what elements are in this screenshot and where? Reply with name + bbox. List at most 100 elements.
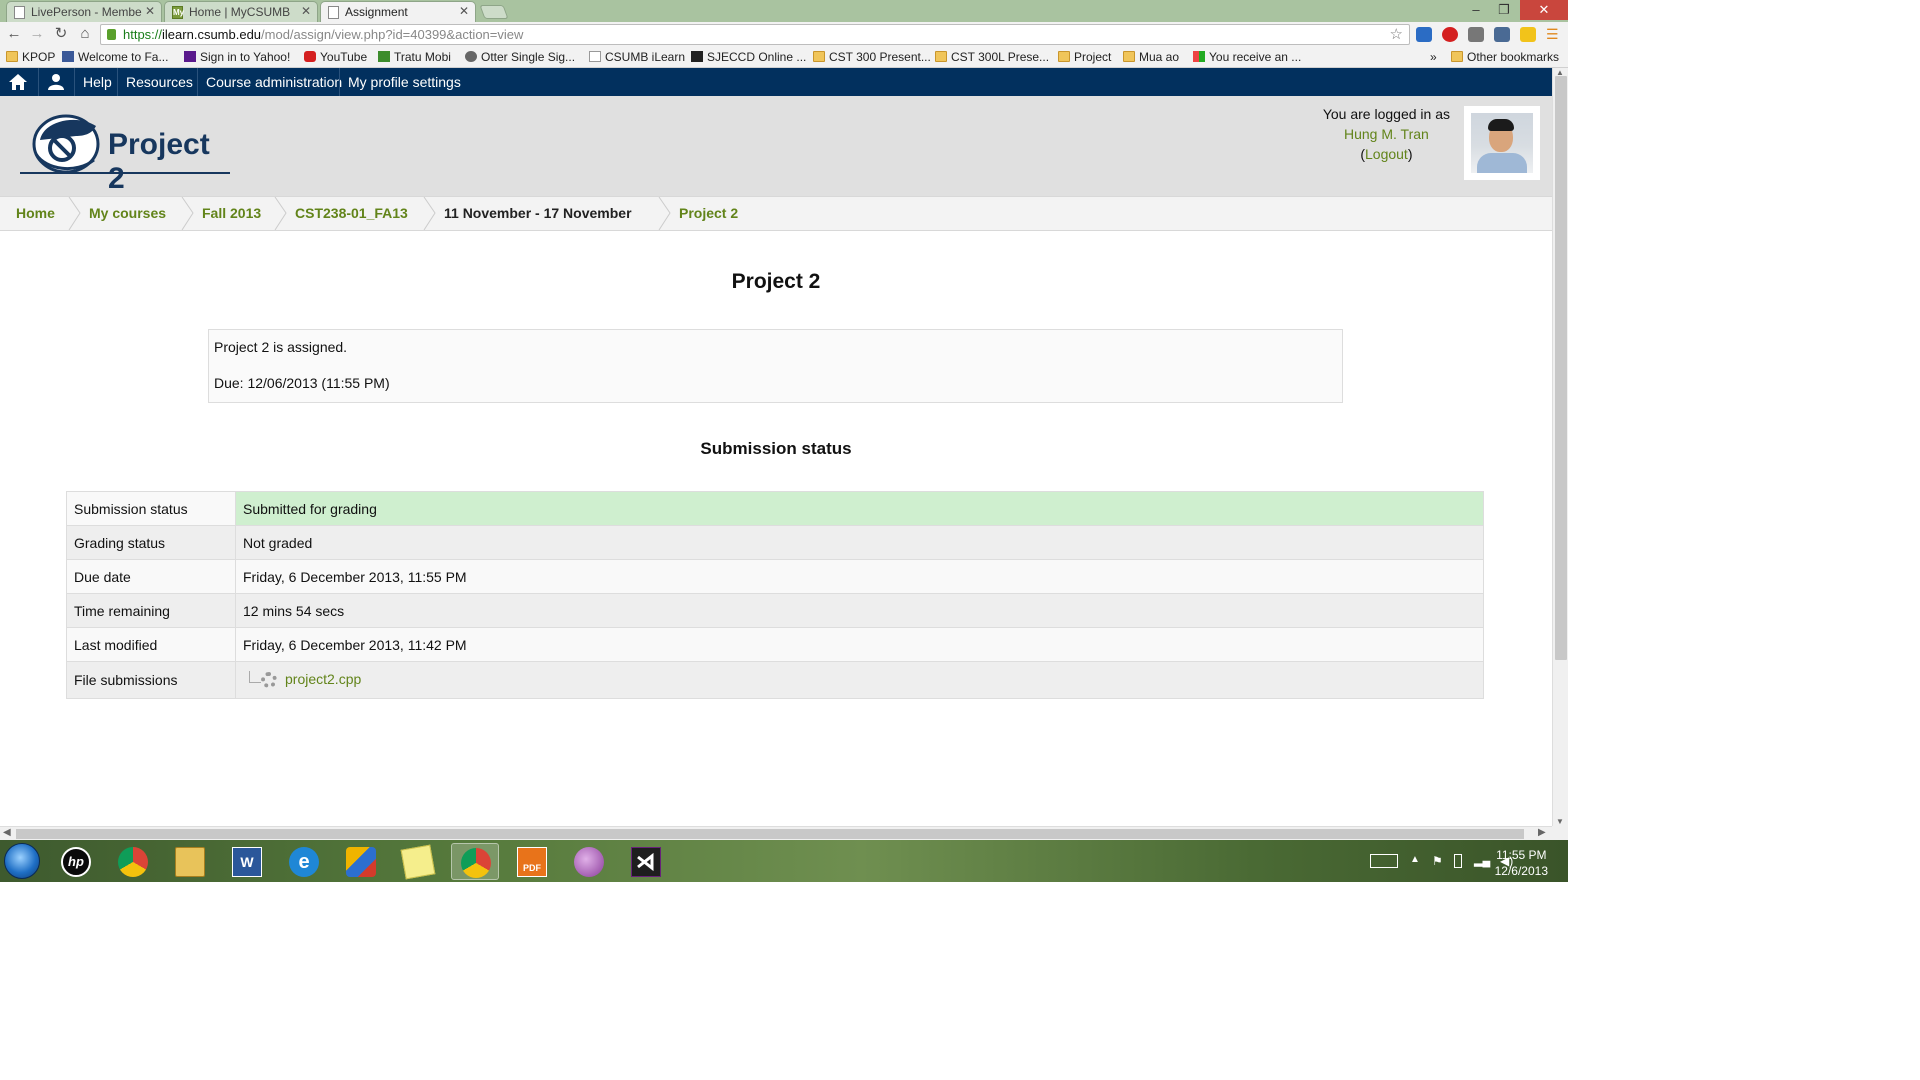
scroll-right-icon[interactable]: ▶ [1538, 827, 1546, 838]
start-button[interactable] [4, 843, 40, 879]
sjeccd-icon [691, 51, 703, 62]
new-tab-button[interactable] [479, 5, 509, 19]
otter-logo-icon [32, 114, 100, 174]
bookmark-cst300[interactable]: CST 300 Present... [813, 50, 931, 64]
clock[interactable]: 11:55 PM 12/6/2013 [1495, 847, 1548, 879]
row-label: File submissions [66, 661, 236, 699]
close-icon[interactable]: ✕ [145, 4, 155, 18]
bookmark-sjeccd[interactable]: SJECCD Online ... [691, 50, 806, 64]
show-hidden-icons-icon[interactable]: ▲ [1410, 854, 1424, 868]
page-title: Project 2 [731, 270, 821, 293]
extension-icon[interactable] [1520, 27, 1536, 42]
close-icon[interactable]: ✕ [459, 4, 469, 18]
extension-icon[interactable] [1468, 27, 1484, 42]
bookmark-project[interactable]: Project [1058, 50, 1111, 64]
bookmark-cst300l[interactable]: CST 300L Prese... [935, 50, 1049, 64]
breadcrumb-my-courses[interactable]: My courses [89, 197, 166, 230]
youtube-icon [304, 51, 316, 62]
bookmark-otter[interactable]: Otter Single Sig... [465, 50, 575, 64]
tratu-icon [378, 51, 390, 62]
taskbar-paint[interactable] [337, 843, 385, 880]
tab-mycsumb[interactable]: My Home | MyCSUMB ✕ [164, 1, 318, 22]
taskbar-sticky-notes[interactable] [394, 843, 442, 880]
horizontal-scrollbar[interactable]: ◀ ▶ [0, 826, 1552, 840]
bookmark-yahoo[interactable]: Sign in to Yahoo! [184, 50, 290, 64]
bookmark-star-icon[interactable]: ☆ [1390, 25, 1403, 43]
scrollbar-corner [1552, 826, 1568, 840]
avatar[interactable] [1464, 106, 1540, 180]
home-button[interactable]: ⌂ [76, 25, 94, 43]
breadcrumb-home[interactable]: Home [16, 197, 55, 230]
scrollbar-thumb[interactable] [1555, 76, 1567, 660]
home-nav-button[interactable] [0, 68, 38, 96]
breadcrumb-project-2[interactable]: Project 2 [679, 197, 738, 230]
extension-icon[interactable] [1416, 27, 1432, 42]
paint-icon [346, 847, 376, 877]
site-logo[interactable]: Project 2 [20, 110, 232, 195]
minimize-button[interactable]: – [1462, 0, 1490, 20]
bookmark-kpop[interactable]: KPOP [6, 50, 55, 64]
breadcrumb-course[interactable]: CST238-01_FA13 [295, 197, 408, 230]
folder-icon [1058, 51, 1070, 62]
reload-button[interactable]: ↻ [52, 25, 70, 43]
scroll-down-icon[interactable]: ▼ [1556, 817, 1564, 826]
scrollbar-thumb[interactable] [16, 829, 1524, 839]
nav-course-administration[interactable]: Course administration [197, 68, 350, 96]
sticky-notes-icon [400, 844, 436, 880]
adblock-icon[interactable] [1442, 27, 1458, 42]
facebook-icon [62, 51, 74, 62]
taskbar-ie[interactable]: e [280, 843, 328, 880]
nav-resources[interactable]: Resources [117, 68, 201, 96]
taskbar-visual-studio[interactable] [622, 843, 670, 880]
bookmark-youtube[interactable]: YouTube [304, 50, 367, 64]
taskbar-hp[interactable]: hp [52, 843, 100, 880]
tree-connector-icon [249, 671, 261, 684]
breadcrumb-fall-2013[interactable]: Fall 2013 [202, 197, 261, 230]
keyboard-icon[interactable] [1370, 854, 1398, 868]
back-button[interactable]: ← [5, 25, 23, 43]
taskbar-word[interactable]: W [223, 843, 271, 880]
bookmark-ilearn[interactable]: CSUMB iLearn [589, 50, 685, 64]
bookmark-mua-ao[interactable]: Mua ao [1123, 50, 1179, 64]
maximize-button[interactable]: ❐ [1490, 0, 1518, 20]
taskbar-explorer[interactable] [166, 843, 214, 880]
address-bar[interactable]: https://ilearn.csumb.edu/mod/assign/view… [100, 24, 1410, 45]
taskbar-chrome-active[interactable] [451, 843, 499, 880]
logout-link[interactable]: Logout [1365, 146, 1408, 162]
forward-button[interactable]: → [28, 25, 46, 43]
breadcrumb-separator-icon [658, 197, 671, 230]
taskbar-chrome[interactable] [109, 843, 157, 880]
tab-label: LivePerson - Membe [31, 5, 142, 19]
login-prefix: You are logged in as [1322, 106, 1450, 122]
nav-my-profile-settings[interactable]: My profile settings [339, 68, 469, 96]
nav-help[interactable]: Help [74, 68, 120, 96]
bookmark-windows[interactable]: You receive an ... [1193, 50, 1301, 64]
flag-icon[interactable]: ⚑ [1432, 854, 1446, 868]
other-bookmarks[interactable]: Other bookmarks [1451, 50, 1559, 64]
taskbar-pdf[interactable]: PDF [508, 843, 556, 880]
pdf-icon: PDF [517, 847, 547, 877]
bookmark-tratu[interactable]: Tratu Mobi [378, 50, 451, 64]
visual-studio-icon [631, 847, 661, 877]
submitted-file-link[interactable]: project2.cpp [285, 671, 361, 687]
tab-assignment[interactable]: Assignment ✕ [320, 1, 476, 22]
user-name-link[interactable]: Hung M. Tran [1344, 126, 1429, 142]
tab-liveperson[interactable]: LivePerson - Membe ✕ [6, 1, 162, 22]
extension-icon[interactable] [1494, 27, 1510, 42]
battery-icon[interactable] [1454, 854, 1462, 868]
vertical-scrollbar[interactable]: ▲ ▼ [1552, 68, 1568, 826]
scroll-left-icon[interactable]: ◀ [3, 827, 11, 838]
close-icon[interactable]: ✕ [301, 4, 311, 18]
time-remaining-value: 12 mins 54 secs [235, 593, 1484, 628]
breadcrumb: Home My courses Fall 2013 CST238-01_FA13… [0, 196, 1552, 231]
bookmarks-overflow-button[interactable]: » [1430, 50, 1437, 64]
window-close-button[interactable]: ✕ [1520, 0, 1568, 20]
signal-icon[interactable]: ▂▄ [1474, 854, 1490, 868]
row-label: Grading status [66, 525, 236, 560]
bookmark-facebook[interactable]: Welcome to Fa... [62, 50, 168, 64]
menu-icon[interactable]: ☰ [1546, 27, 1560, 42]
tab-label: Home | MyCSUMB [189, 5, 291, 19]
row-label: Submission status [66, 491, 236, 526]
profile-nav-button[interactable] [38, 68, 74, 96]
taskbar-messenger[interactable] [565, 843, 613, 880]
